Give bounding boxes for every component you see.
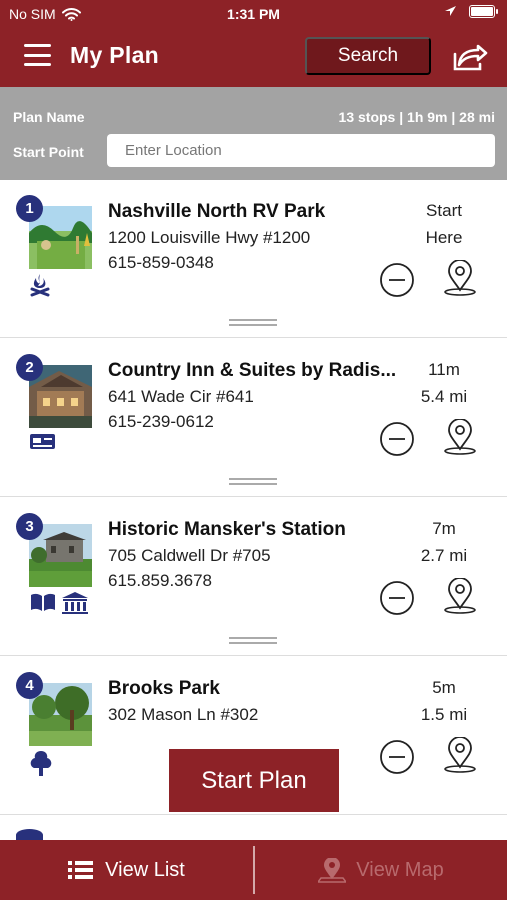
stop-phone[interactable]: 615-859-0348 [108,253,214,273]
plan-summary: 13 stops | 1h 9m | 28 mi [338,109,495,125]
map-pin-icon[interactable] [442,260,478,296]
travel-distance: 5.4 mi [420,387,468,406]
top-bar: No SIM 1:31 PM My Plan Search [0,0,507,87]
museum-icon [62,592,88,614]
stop-item[interactable]: 2 Country Inn & Suites by Radis... 641 W… [0,339,507,497]
stop-number: 4 [16,672,43,699]
travel-distance: Here [425,228,463,247]
navigation-row: My Plan Search [0,36,507,78]
view-list-label: View List [105,858,185,881]
drag-handle[interactable] [229,478,277,486]
travel-time: 7m [432,519,456,538]
menu-button[interactable] [24,44,51,66]
map-marker-icon [318,857,347,883]
status-time: 1:31 PM [227,6,280,22]
remove-stop-icon[interactable] [379,580,415,616]
start-point-label: Start Point [13,144,84,160]
stop-phone[interactable]: 615.859.3678 [108,571,212,591]
hotel-card-icon [30,434,55,449]
search-button[interactable]: Search [305,37,431,75]
stop-number: 3 [16,513,43,540]
stop-number: 1 [16,195,43,222]
view-map-tab[interactable]: View Map [255,840,507,900]
travel-distance: 2.7 mi [420,546,468,565]
map-pin-icon[interactable] [442,737,478,773]
menu-icon-line [24,44,51,47]
battery-icon [469,5,498,18]
menu-icon-line [24,63,51,66]
my-plan-screen: No SIM 1:31 PM My Plan Search Plan Name … [0,0,507,900]
stop-address: 1200 Louisville Hwy #1200 [108,228,311,247]
bottom-navigation: View List View Map [0,840,507,900]
plan-name-label: Plan Name [13,109,85,125]
travel-time: 5m [432,678,456,697]
stop-address: 705 Caldwell Dr #705 [108,546,271,565]
view-list-tab[interactable]: View List [0,840,253,900]
menu-icon-line [24,53,51,57]
plan-settings: Plan Name 13 stops | 1h 9m | 28 mi Start… [0,87,507,180]
status-right [444,5,498,18]
travel-time: Start [426,201,462,220]
start-location-input[interactable] [107,134,495,167]
view-map-label: View Map [356,858,444,881]
stop-phone[interactable]: 615-239-0612 [108,412,214,432]
category-icons [29,750,54,777]
status-bar: No SIM 1:31 PM [0,0,507,28]
stop-address: 641 Wade Cir #641 [108,387,254,406]
page-title: My Plan [70,42,160,68]
book-icon [31,593,55,611]
drag-handle[interactable] [229,319,277,327]
stop-item[interactable]: 1 Nashville North RV Park 1200 Louisvill… [0,180,507,338]
travel-time: 11m [428,360,460,379]
start-plan-button[interactable]: Start Plan [169,749,339,812]
tree-icon [30,751,52,776]
remove-stop-icon[interactable] [379,262,415,298]
stop-name: Brooks Park [108,678,220,699]
remove-stop-icon[interactable] [379,739,415,775]
category-icons [29,591,89,615]
plan-stop-list: 1 Nashville North RV Park 1200 Louisvill… [0,180,507,840]
stop-name: Country Inn & Suites by Radis... [108,360,397,381]
category-icons [29,273,51,297]
drag-handle[interactable] [229,637,277,645]
stop-name: Nashville North RV Park [108,201,326,222]
stop-address: 302 Mason Ln #302 [108,705,259,724]
campfire-icon [30,274,50,297]
map-pin-icon[interactable] [442,419,478,455]
stop-item[interactable]: 3 Historic Mansker's Station 705 Caldwel… [0,498,507,656]
location-arrow-icon [445,6,456,16]
map-pin-icon[interactable] [442,578,478,614]
stop-number: 2 [16,354,43,381]
stop-name: Historic Mansker's Station [108,519,346,540]
category-icons [29,432,56,451]
list-icon [68,861,94,879]
travel-distance: 1.5 mi [420,705,468,724]
remove-stop-icon[interactable] [379,421,415,457]
share-icon[interactable] [450,42,488,72]
